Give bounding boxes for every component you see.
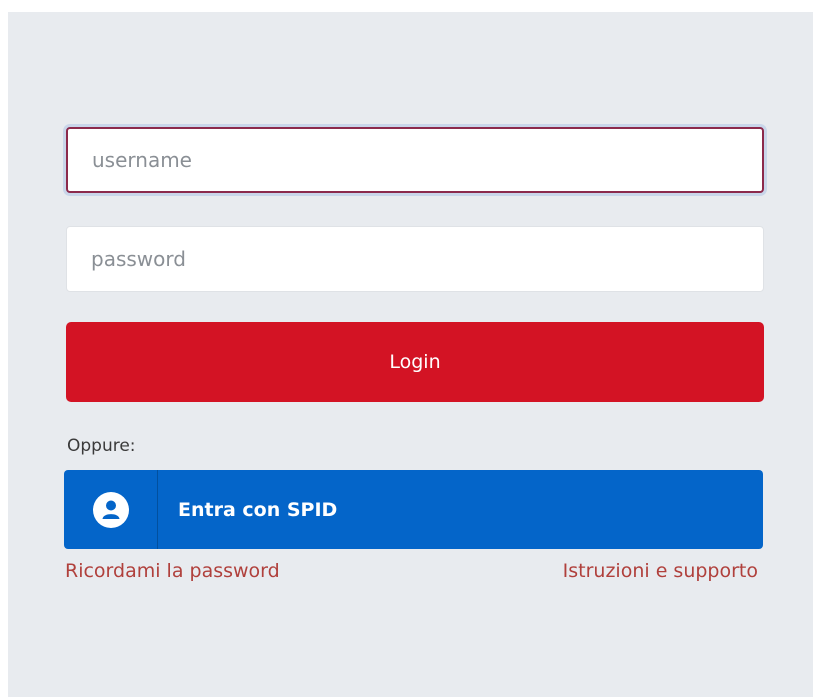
login-button[interactable]: Login [66,322,764,402]
spid-button-label: Entra con SPID [178,498,338,521]
spid-icon-container [64,470,158,549]
user-icon [92,491,129,528]
remember-password-link[interactable]: Ricordami la password [65,560,280,582]
instructions-support-link[interactable]: Istruzioni e supporto [563,560,758,582]
password-input[interactable] [66,226,764,292]
spid-login-button[interactable]: Entra con SPID [64,470,763,549]
username-input[interactable] [66,127,764,193]
or-label: Oppure: [67,436,136,456]
login-panel: Login Oppure: Entra con SPID Ricordami l… [8,12,813,697]
